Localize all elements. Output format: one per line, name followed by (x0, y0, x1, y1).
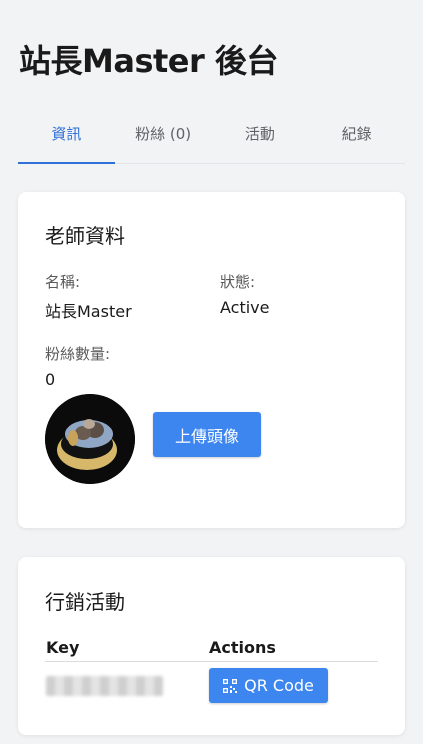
qr-code-label: QR Code (244, 676, 314, 695)
column-header-key: Key (46, 638, 80, 657)
status-label: 狀態: (220, 273, 256, 291)
tab-bar: 資訊 粉絲 (0) 活動 紀錄 (18, 112, 405, 164)
marketing-title: 行銷活動 (45, 590, 125, 614)
followers-label: 粉絲數量: (45, 345, 111, 363)
marketing-card: 行銷活動 Key Actions QR Code (18, 557, 405, 735)
name-label: 名稱: (45, 273, 81, 291)
avatar (45, 394, 135, 484)
tab-fans[interactable]: 粉絲 (0) (115, 112, 212, 163)
qr-code-button[interactable]: QR Code (209, 668, 328, 703)
tab-records[interactable]: 紀錄 (308, 112, 405, 163)
followers-value: 0 (45, 370, 56, 389)
table-divider (45, 661, 378, 662)
qr-code-icon (223, 678, 238, 693)
key-value-redacted (46, 676, 163, 696)
tab-activities[interactable]: 活動 (212, 112, 309, 163)
status-value: Active (220, 298, 270, 317)
upload-avatar-button[interactable]: 上傳頭像 (153, 412, 261, 457)
page-title: 站長Master 後台 (19, 42, 278, 80)
tab-info[interactable]: 資訊 (18, 112, 115, 164)
teacher-info-title: 老師資料 (45, 224, 125, 248)
column-header-actions: Actions (209, 638, 276, 657)
teacher-info-card: 老師資料 名稱: 站長Master 狀態: Active 粉絲數量: 0 上傳頭… (18, 192, 405, 528)
name-value: 站長Master (45, 302, 132, 321)
